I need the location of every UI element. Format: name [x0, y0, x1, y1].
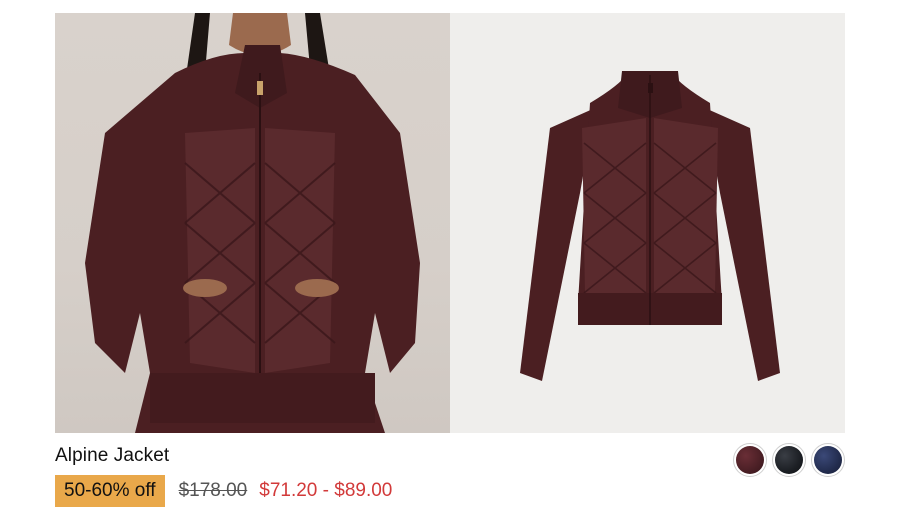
product-title[interactable]: Alpine Jacket [55, 442, 392, 470]
sale-price: $71.20 - $89.00 [259, 480, 393, 501]
original-price: $178.00 [178, 480, 248, 501]
model-wearing-jacket-illustration [85, 13, 420, 433]
price-row: 50-60% off $178.00 $71.20 - $89.00 [55, 475, 392, 507]
flat-jacket-illustration [520, 71, 780, 381]
swatch-navy[interactable] [811, 443, 845, 477]
product-image-flat[interactable] [450, 13, 845, 433]
product-card[interactable]: Alpine Jacket 50-60% off $178.00 $71.20 … [0, 0, 900, 530]
product-gallery [55, 13, 845, 433]
color-swatches [733, 443, 845, 477]
discount-badge: 50-60% off [55, 475, 165, 507]
swatch-burgundy[interactable] [733, 443, 767, 477]
product-image-model[interactable] [55, 13, 450, 433]
product-info: Alpine Jacket 50-60% off $178.00 $71.20 … [55, 442, 392, 507]
swatch-black[interactable] [772, 443, 806, 477]
